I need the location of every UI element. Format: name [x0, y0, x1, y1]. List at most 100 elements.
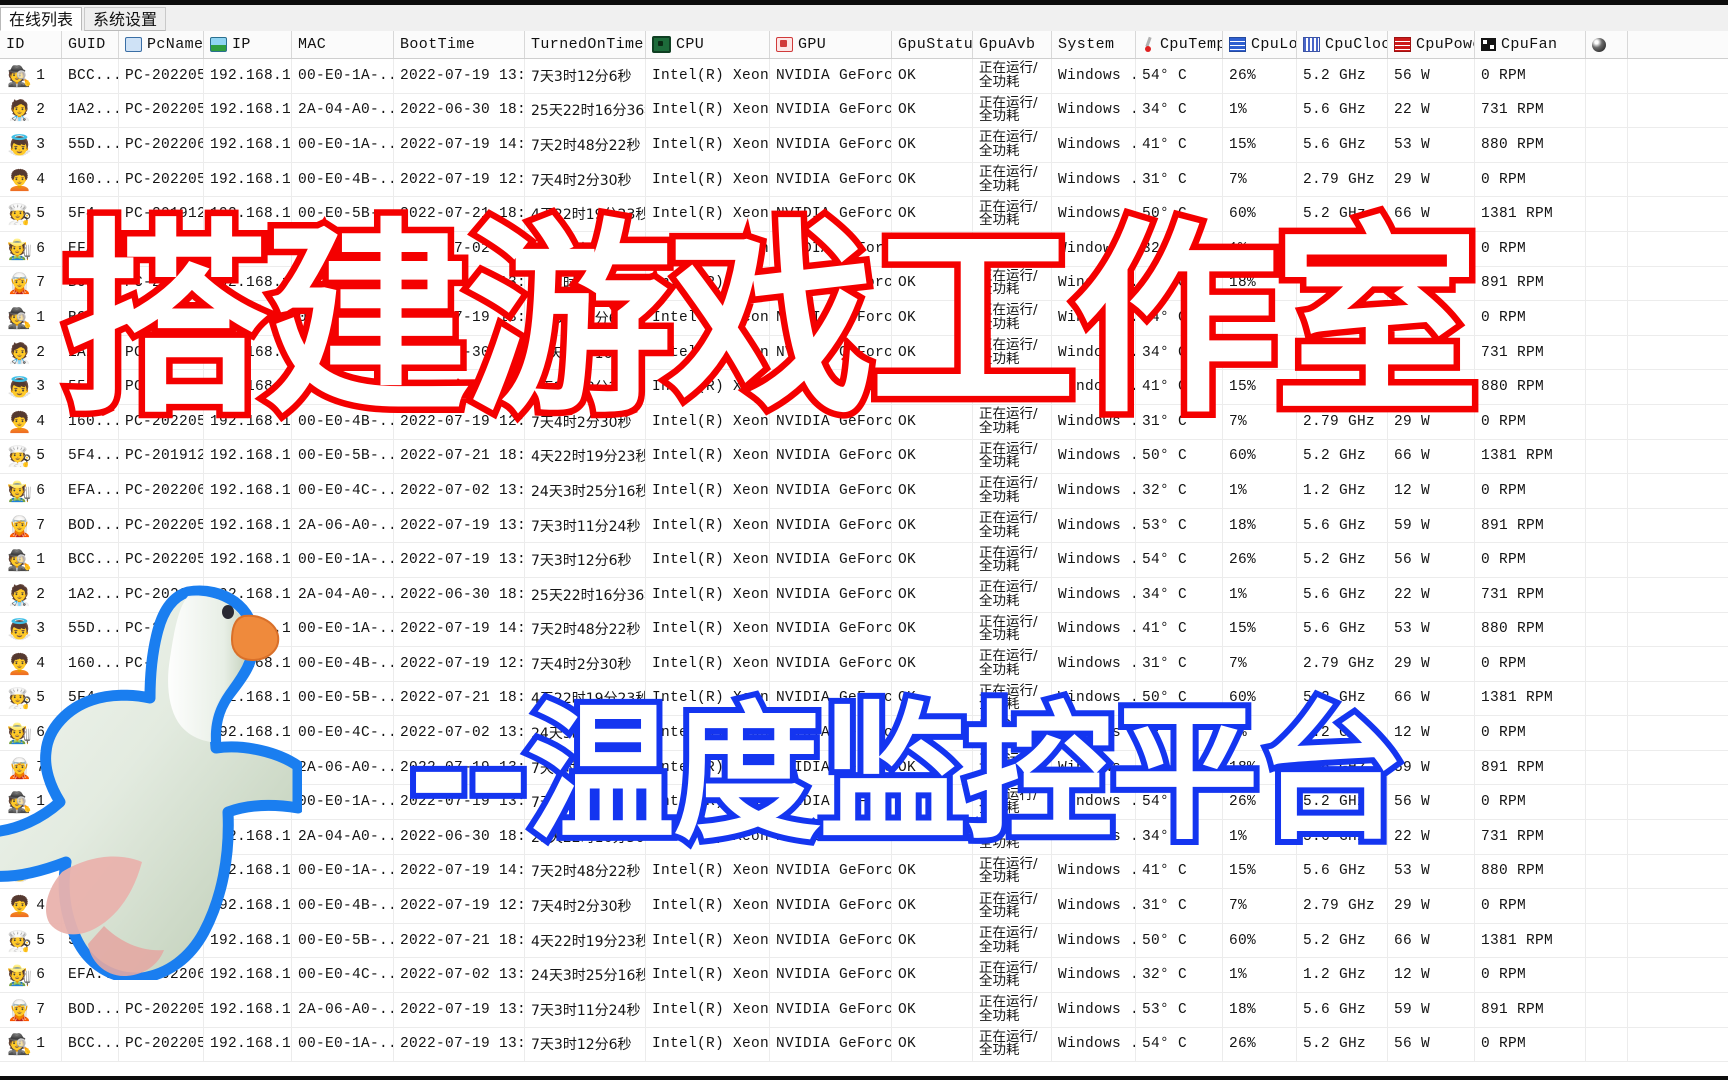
cell-boottime: 2022-07-19 14:12:53	[394, 854, 525, 889]
table-row[interactable]: 👼355D...PC-202206...192.168.10...00-E0-1…	[0, 370, 1728, 405]
table-row[interactable]: 🕵1BCC...PC-202205...192.168.10...00-E0-1…	[0, 785, 1728, 821]
avatar: 🧝	[7, 755, 33, 780]
cell-avatar_id: 🧑‍🌾 6	[0, 231, 62, 266]
cell-gpuavb: 正在运行/全功耗	[973, 266, 1052, 301]
table-row[interactable]: 🕵1BCC...PC-202205...192.168.10...00-E0-1…	[0, 59, 1728, 94]
cell-pcname: PC-202205...	[119, 785, 204, 820]
cell-cpufan: 0 RPM	[1475, 889, 1586, 923]
cell-boottime: 2022-07-19 14:12:53	[394, 128, 525, 162]
cell-cpu: Intel(R) Xeon(...	[646, 335, 770, 370]
table-row[interactable]: 🧑‍🦱4160...PC-202205...192.168.10...00-E0…	[0, 889, 1728, 924]
cell-cpuload: 60%	[1223, 681, 1297, 716]
column-header-gpuavb[interactable]: GpuAvb	[973, 31, 1052, 58]
column-header-mac[interactable]: MAC	[292, 31, 394, 58]
column-header-system[interactable]: System	[1052, 31, 1136, 58]
cell-guid: BOD...	[62, 993, 119, 1027]
cell-cpuclock: 5.6 GHz	[1297, 128, 1388, 162]
cell-pcname: PC-201912...	[119, 923, 204, 958]
cell-pcname: PC-202206...	[119, 231, 204, 266]
cell-cpu: Intel(R) Xeon(...	[646, 889, 770, 923]
table-row[interactable]: 🧑‍🍳55F4...PC-201912...192.168.10...00-E0…	[0, 197, 1728, 232]
cell-cpupower: 53 W	[1388, 128, 1475, 162]
cell-cpufan: 731 RPM	[1475, 820, 1586, 854]
column-header-pcname[interactable]: PcName	[119, 31, 204, 58]
cell-guid: 160...	[62, 162, 119, 197]
cell-boottime: 2022-07-19 13:49:10	[394, 301, 525, 335]
table-row[interactable]: 🧑‍🍳55F4...PC-201912...192.168.10...00-E0…	[0, 923, 1728, 959]
column-header-cputemp[interactable]: CpuTemp	[1136, 31, 1223, 58]
table-row[interactable]: 🕵1BCC...PC-202205...192.168.10...00-E0-1…	[0, 543, 1728, 578]
table-row[interactable]: 👼355D...PC-202206...192.168.10...00-E0-1…	[0, 612, 1728, 648]
table-row[interactable]: 🧑‍⚕21A2...PC-202205...192.168.10...2A-04…	[0, 577, 1728, 613]
cell-guid: BCC...	[62, 301, 119, 335]
column-header-cpufan[interactable]: CpuFan	[1475, 31, 1586, 58]
table-row[interactable]: 🧑‍🌾6EFA...PC-202206...192.168.10...00-E0…	[0, 474, 1728, 509]
cell-mac: 00-E0-5B-...	[292, 923, 394, 958]
cell-boottime: 2022-07-19 13:49:53	[394, 993, 525, 1027]
table-row[interactable]: 🧝7BOD...PC-202205...192.168.10...2A-06-A…	[0, 993, 1728, 1028]
cell-gpuavb: 正在运行/全功耗	[973, 301, 1052, 335]
cell-cputemp: 32° C	[1136, 716, 1223, 750]
column-header-ip[interactable]: IP	[204, 31, 292, 58]
tab-online-list[interactable]: 在线列表	[0, 7, 83, 31]
column-header-cpuclock[interactable]: CpuClock	[1297, 31, 1388, 58]
cell-cpupower: 12 W	[1388, 716, 1475, 750]
column-header-cpuload[interactable]: CpuLoad	[1223, 31, 1297, 58]
table-row[interactable]: 👼355D...PC-202206...192.168.10...00-E0-1…	[0, 854, 1728, 890]
table-row[interactable]: 🧝7BOD...PC-202205...192.168.10...2A-06-A…	[0, 750, 1728, 786]
table-row[interactable]: 🧑‍🦱4160...PC-202205...192.168.10...00-E0…	[0, 162, 1728, 198]
table-row[interactable]: 🧑‍🌾6EFA...PC-202206...192.168.10...00-E0…	[0, 231, 1728, 267]
column-header-avatar_id[interactable]: ID	[0, 31, 62, 58]
cell-guid: 1A2...	[62, 335, 119, 370]
cell-ip: 192.168.10...	[204, 958, 292, 993]
table-row[interactable]: 🧑‍🌾6EFA...PC-202206...192.168.10...00-E0…	[0, 958, 1728, 994]
table-row[interactable]: 🕵1BCC...PC-202205...192.168.10...00-E0-1…	[0, 1027, 1728, 1063]
column-header-turnedon[interactable]: TurnedOnTime	[525, 31, 646, 58]
table-row[interactable]: 🧑‍⚕21A2...PC-202205...192.168.10...2A-04…	[0, 335, 1728, 371]
table-row[interactable]: 🧝7BOD...PC-202205...192.168.10...2A-06-A…	[0, 266, 1728, 302]
cell-avatar_id: 🕵 1	[0, 1027, 62, 1062]
table-row[interactable]: 🧑‍🌾6EFA...PC-202206...192.168.10...00-E0…	[0, 716, 1728, 751]
cell-ip: 192.168.10...	[204, 301, 292, 335]
cell-extra	[1586, 59, 1628, 93]
load-bars-icon	[1229, 37, 1246, 52]
column-header-cpupower[interactable]: CpuPower	[1388, 31, 1475, 58]
online-list-table[interactable]: ID GUID PcName IP MAC BootTime TurnedOnTime CPU…	[0, 31, 1728, 1076]
table-row[interactable]: 🧑‍🍳55F4...PC-201912...192.168.10...00-E0…	[0, 439, 1728, 475]
cell-cpuclock: 5.2 GHz	[1297, 543, 1388, 577]
cell-extra	[1586, 335, 1628, 370]
column-header-extra[interactable]	[1586, 31, 1628, 58]
table-body[interactable]: 🕵1BCC...PC-202205...192.168.10...00-E0-1…	[0, 59, 1728, 1063]
column-header-gpu[interactable]: GPU	[770, 31, 892, 58]
table-row[interactable]: 🧑‍🦱4160...PC-202205...192.168.10...00-E0…	[0, 647, 1728, 682]
cell-ip: 192.168.10...	[204, 923, 292, 958]
cell-ip: 192.168.10...	[204, 543, 292, 577]
column-header-guid[interactable]: GUID	[62, 31, 119, 58]
cell-cpu: Intel(R) Xeon(...	[646, 370, 770, 404]
cell-system: Windows ...	[1052, 439, 1136, 474]
cell-extra	[1586, 93, 1628, 128]
cell-system: Windows ...	[1052, 577, 1136, 612]
cell-ip: 192.168.10...	[204, 716, 292, 750]
column-header-gpustatus[interactable]: GpuStatus	[892, 31, 973, 58]
table-row[interactable]: 🧑‍🍳55F4...PC-201912...192.168.10...00-E0…	[0, 681, 1728, 717]
table-row[interactable]: 🧑‍⚕21A2...PC-202205...192.168.10...2A-04…	[0, 93, 1728, 129]
cell-cpu: Intel(R) Xeon(...	[646, 404, 770, 439]
cell-cputemp: 41° C	[1136, 370, 1223, 404]
column-header-boottime[interactable]: BootTime	[394, 31, 525, 58]
cell-cpufan: 0 RPM	[1475, 543, 1586, 577]
cell-system: Windows ...	[1052, 993, 1136, 1027]
sphere-icon	[1592, 37, 1606, 52]
table-row[interactable]: 🧑‍🦱4160...PC-202205...192.168.10...00-E0…	[0, 404, 1728, 440]
table-row[interactable]: 🧑‍⚕21A2...PC-202205...192.168.10...2A-04…	[0, 820, 1728, 855]
cell-pcname: PC-202206...	[119, 612, 204, 647]
cell-cputemp: 54° C	[1136, 301, 1223, 335]
tab-system-settings[interactable]: 系统设置	[84, 7, 167, 31]
cell-cputemp: 53° C	[1136, 508, 1223, 543]
table-header-row[interactable]: ID GUID PcName IP MAC BootTime TurnedOnTime CPU…	[0, 31, 1728, 59]
table-row[interactable]: 🕵1BCC...PC-202205...192.168.10...00-E0-1…	[0, 301, 1728, 336]
table-row[interactable]: 👼355D...PC-202206...192.168.10...00-E0-1…	[0, 128, 1728, 163]
table-row[interactable]: 🧝7BOD...PC-202205...192.168.10...2A-06-A…	[0, 508, 1728, 544]
column-header-cpu[interactable]: CPU	[646, 31, 770, 58]
cell-mac: 00-E0-1A-...	[292, 301, 394, 335]
